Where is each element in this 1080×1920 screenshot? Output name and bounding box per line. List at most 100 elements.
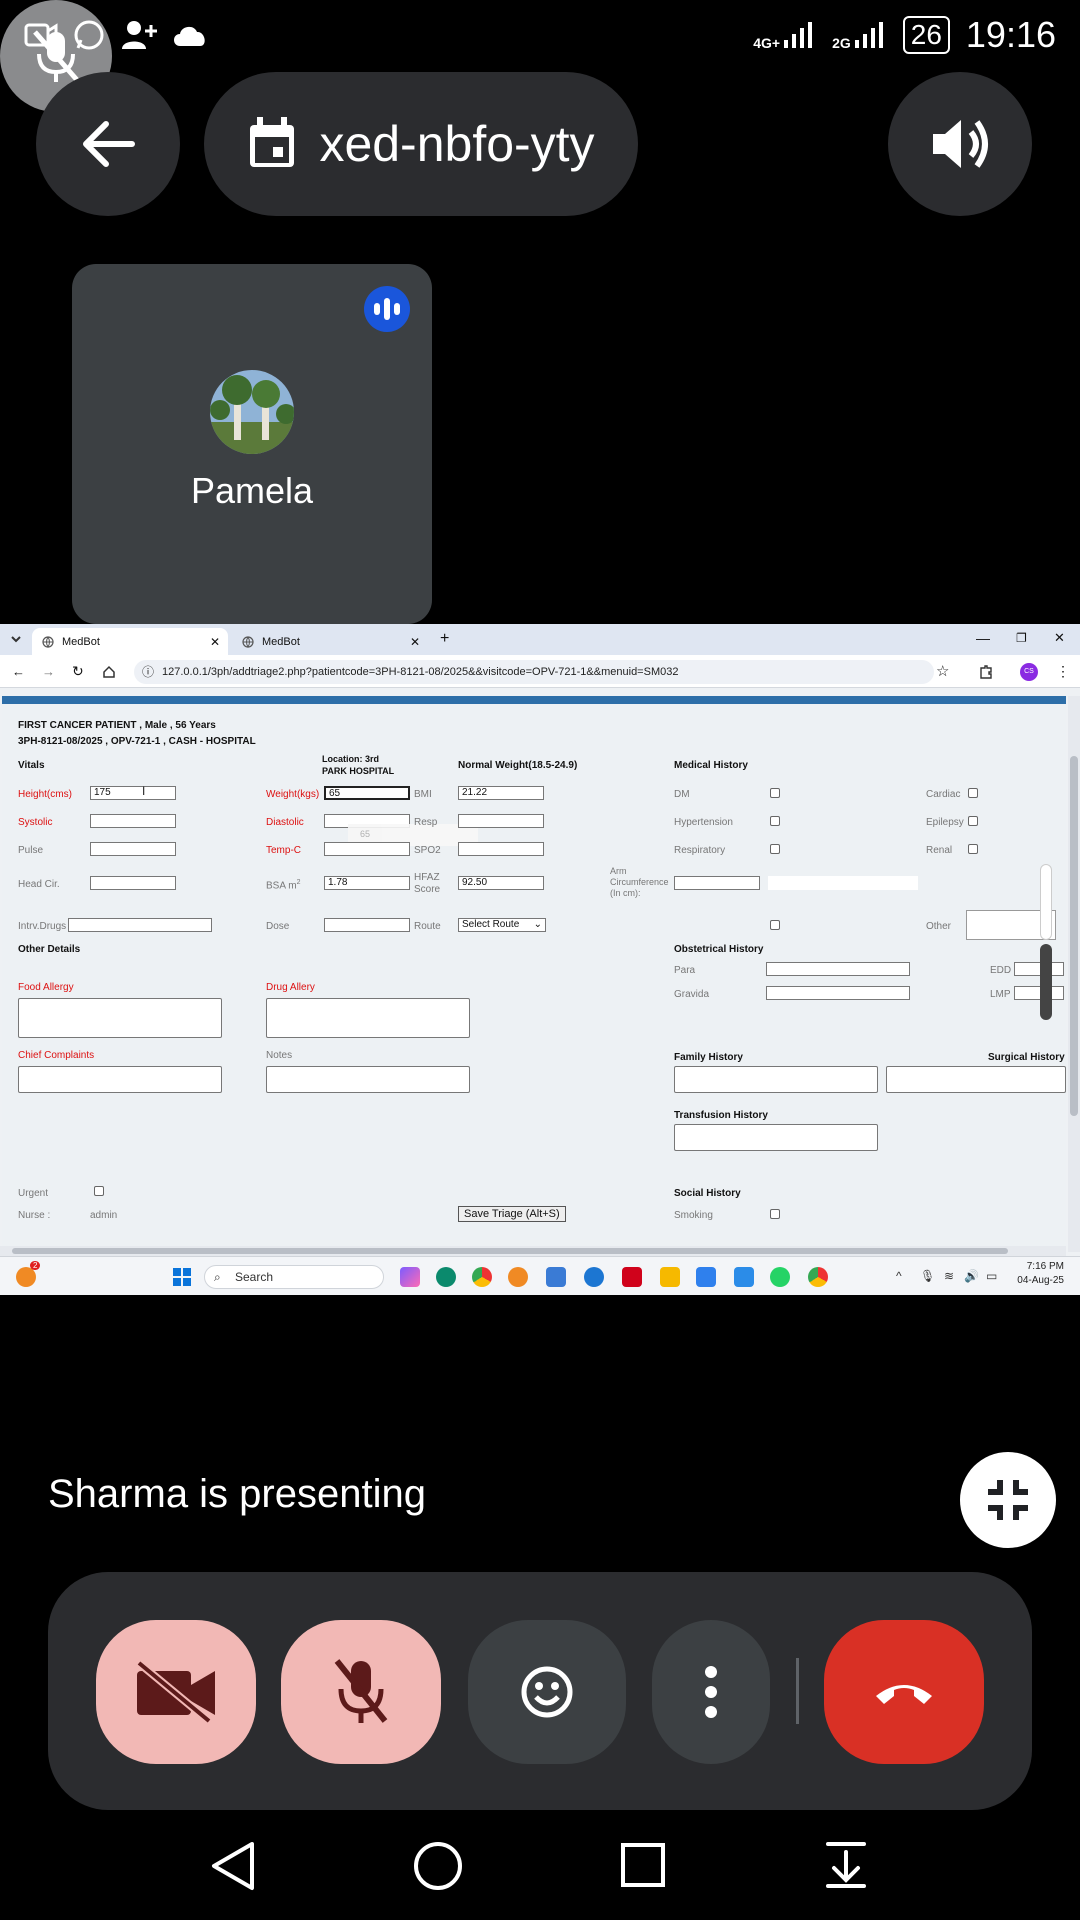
temp-input[interactable] [324,842,410,856]
pulse-input[interactable] [90,842,176,856]
wps-office-icon[interactable] [622,1267,642,1287]
height-input[interactable]: 175 [90,786,176,800]
arm-circumference-input[interactable] [674,876,760,890]
whatsapp-icon[interactable] [770,1267,790,1287]
dm-checkbox[interactable] [770,788,780,798]
nav-home-icon[interactable] [412,1840,464,1892]
extensions-icon[interactable] [978,664,994,680]
smoking-checkbox[interactable] [770,1209,780,1219]
presenter-overlay-handle[interactable] [1040,944,1052,1020]
notes-textarea[interactable] [266,1066,470,1093]
reactions-button[interactable] [468,1620,626,1764]
transfusion-history-textarea[interactable] [674,1124,878,1151]
restore-icon[interactable]: ❐ [1016,631,1027,645]
close-tab-icon[interactable]: ✕ [410,635,420,649]
food-allergy-textarea[interactable] [18,998,222,1038]
renal-checkbox[interactable] [968,844,978,854]
chrome-profile-icon[interactable] [808,1267,828,1287]
info-icon[interactable]: ⓘ [142,660,154,684]
save-triage-button[interactable]: Save Triage (Alt+S) [458,1206,566,1222]
close-window-icon[interactable]: ✕ [1054,630,1065,646]
bsa-input[interactable]: 1.78 [324,876,410,890]
nav-recents-icon[interactable] [620,1842,666,1888]
gravida-input[interactable] [766,986,910,1000]
menu-kebab-icon[interactable]: ⋮ [1056,663,1070,680]
tab-medbot-active[interactable]: MedBot ✕ [32,628,228,655]
presenter-overlay-control[interactable] [1040,864,1052,940]
meeting-info-button[interactable]: xed-nbfo-yty [204,72,638,216]
nav-back-icon[interactable] [210,1840,256,1892]
more-options-button[interactable] [652,1620,770,1764]
file-explorer-icon[interactable] [660,1267,680,1287]
tray-chevron-up-icon[interactable]: ^ [896,1269,902,1283]
dose-input[interactable] [324,918,410,932]
chrome-icon[interactable] [472,1267,492,1287]
tab-title: MedBot [62,635,100,648]
minimize-presentation-button[interactable] [960,1452,1056,1548]
weather-widget-icon[interactable] [16,1267,36,1287]
microphone-icon[interactable]: 🎙 [920,1269,935,1283]
epilepsy-checkbox[interactable] [968,816,978,826]
globe-icon [42,635,54,648]
participant-tile[interactable]: Pamela [72,264,432,624]
hfaz-score-input[interactable]: 92.50 [458,876,544,890]
home-icon[interactable] [102,665,116,679]
tab-medbot[interactable]: MedBot ✕ [232,628,428,655]
profile-avatar[interactable]: CS [1020,663,1038,681]
vertical-scrollbar[interactable] [1068,696,1080,1252]
speaker-button[interactable] [888,72,1032,216]
cardiac-checkbox[interactable] [968,788,978,798]
para-input[interactable] [766,962,910,976]
horizontal-scrollbar[interactable] [0,1246,1066,1256]
camera-toggle-button[interactable] [96,1620,256,1764]
search-icon: ⌕ [214,1270,221,1284]
reload-icon[interactable]: ↻ [72,663,84,680]
url-field[interactable]: ⓘ 127.0.0.1/3ph/addtriage2.php?patientco… [134,660,934,684]
end-call-button[interactable] [824,1620,984,1764]
new-tab-icon[interactable]: + [440,630,449,648]
respiratory-checkbox[interactable] [770,844,780,854]
systolic-input[interactable] [90,814,176,828]
chief-complaints-textarea[interactable] [18,1066,222,1093]
back-icon[interactable]: ← [12,664,25,679]
taskbar-search[interactable]: ⌕ Search [204,1265,384,1289]
weight-input[interactable]: 65 [324,786,410,800]
search-app-icon[interactable] [508,1267,528,1287]
resp-input[interactable] [458,814,544,828]
windows-start-icon[interactable] [172,1267,192,1287]
volume-tray-icon[interactable]: 🔊 [964,1269,979,1283]
scrollbar-thumb[interactable] [1070,756,1078,1116]
app-icon[interactable] [584,1267,604,1287]
taskbar-clock[interactable]: 7:16 PM 04-Aug-25 [1017,1260,1064,1288]
tab-search-chevron-icon[interactable] [10,634,22,644]
back-button[interactable] [36,72,180,216]
bmi-input[interactable]: 21.22 [458,786,544,800]
intrv-drugs-input[interactable] [68,918,212,932]
hypertension-checkbox[interactable] [770,816,780,826]
edd-input[interactable] [1014,962,1064,976]
close-tab-icon[interactable]: ✕ [210,635,220,649]
todo-icon[interactable] [734,1267,754,1287]
notepad-icon[interactable] [696,1267,716,1287]
edge-icon[interactable] [436,1267,456,1287]
copilot-icon[interactable] [400,1267,420,1287]
head-circumference-input[interactable] [90,876,176,890]
nav-notification-pull-icon[interactable] [824,1840,868,1890]
surgical-history-textarea[interactable] [886,1066,1066,1093]
wifi-icon[interactable]: ≋ [944,1269,954,1283]
snipping-tool-icon[interactable] [546,1267,566,1287]
family-history-textarea[interactable] [674,1066,878,1093]
mic-toggle-button[interactable] [281,1620,441,1764]
other-checkbox[interactable] [770,920,780,930]
scrollbar-thumb[interactable] [12,1248,1008,1254]
urgent-checkbox[interactable] [94,1186,104,1196]
minimize-icon[interactable]: — [976,630,990,646]
other-history-input[interactable] [768,876,918,890]
lmp-input[interactable] [1014,986,1064,1000]
forward-icon[interactable]: → [42,664,55,679]
battery-tray-icon[interactable]: ▭ [986,1269,997,1283]
drug-allergy-textarea[interactable] [266,998,470,1038]
bookmark-star-icon[interactable]: ☆ [936,662,949,680]
spo2-input[interactable] [458,842,544,856]
route-select[interactable]: Select Route ⌄ [458,918,546,932]
